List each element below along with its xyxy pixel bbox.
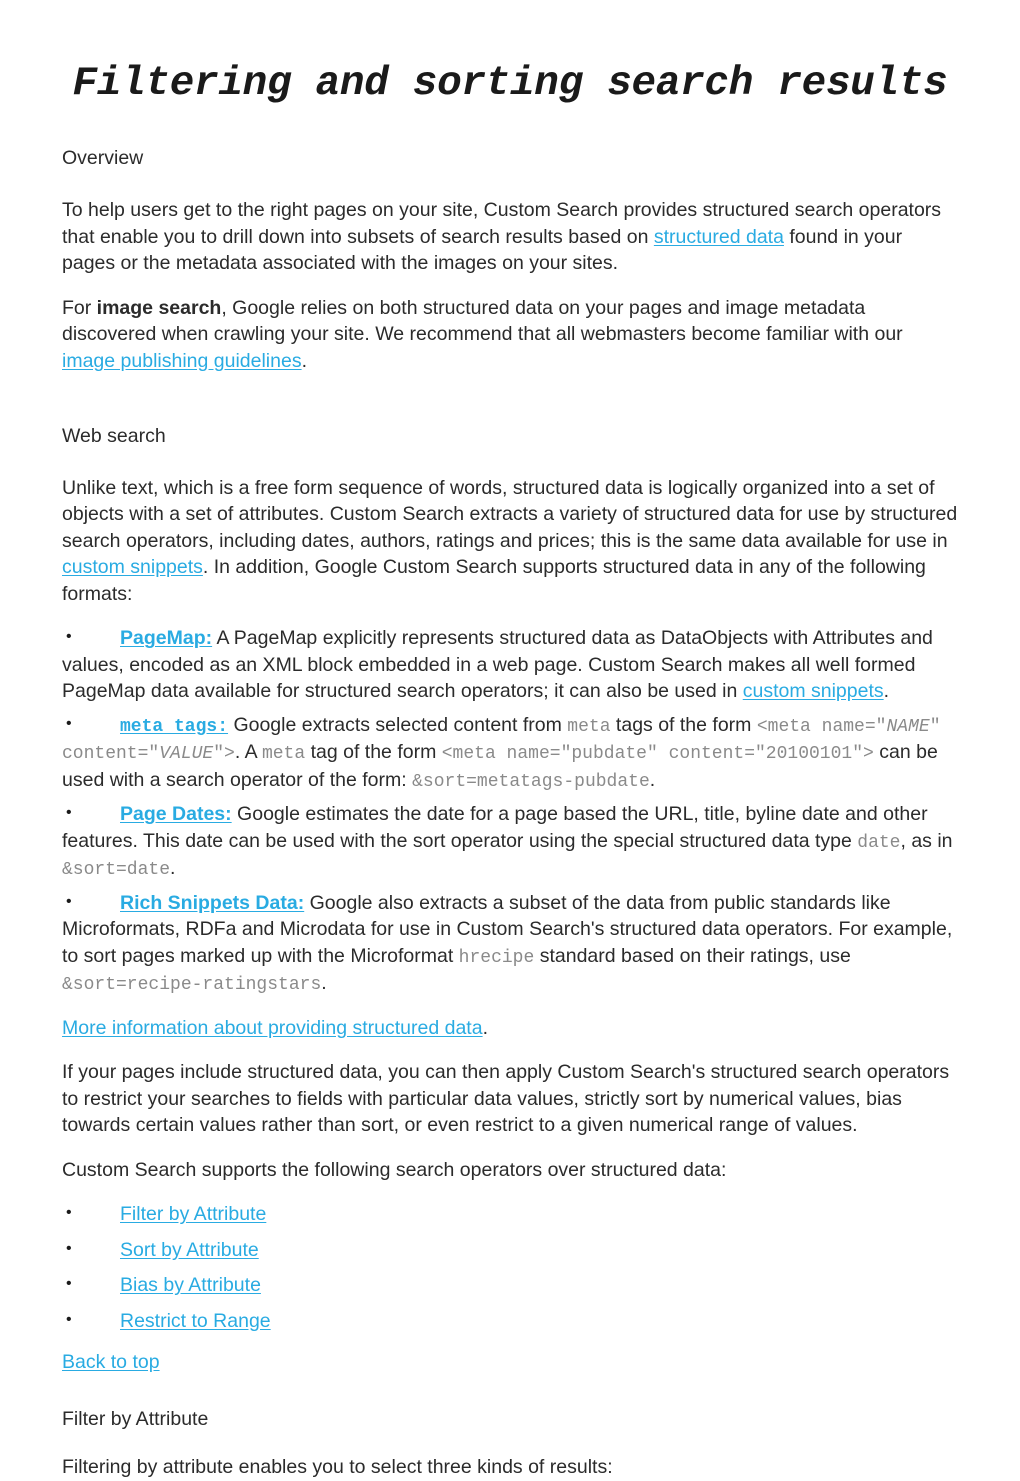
code-placeholder-name: NAME <box>886 716 930 737</box>
list-item: Restrict to Range <box>62 1308 958 1335</box>
code-sort-recipe-ratingstars: &sort=recipe-ratingstars <box>62 975 322 996</box>
text-fragment: . <box>649 768 656 791</box>
list-item: Filter by Attribute <box>62 1201 958 1228</box>
web-search-paragraph-2: If your pages include structured data, y… <box>62 1061 950 1137</box>
code-meta-close: "> <box>213 744 235 765</box>
text-fragment: tag of the form <box>305 741 442 764</box>
text-fragment: , as in <box>900 829 953 852</box>
link-back-to-top[interactable]: Back to top <box>62 1351 160 1373</box>
text-fragment: tags of the form <box>610 713 757 736</box>
text-fragment: For <box>62 296 97 319</box>
list-item-meta-tags: meta tags: Google extracts selected cont… <box>62 712 958 794</box>
code-meta-1: meta <box>567 716 611 737</box>
overview-paragraph-2: For image search, Google relies on both … <box>62 295 958 375</box>
section-heading-filter-by-attribute: Filter by Attribute <box>62 1407 209 1430</box>
filter-by-attribute-paragraph-1: Filtering by attribute enables you to se… <box>62 1456 613 1479</box>
link-more-information-structured-data[interactable]: More information about providing structu… <box>62 1017 483 1039</box>
link-filter-by-attribute[interactable]: Filter by Attribute <box>120 1203 266 1225</box>
text-fragment: standard based on their ratings, use <box>534 944 851 967</box>
link-page-dates[interactable]: Page Dates: <box>120 803 232 825</box>
code-hrecipe: hrecipe <box>458 947 535 968</box>
code-placeholder-value: VALUE <box>159 744 214 765</box>
code-sort-metatags-pubdate: &sort=metatags-pubdate <box>412 771 650 792</box>
code-sort-date: &sort=date <box>62 860 171 881</box>
link-rich-snippets-data[interactable]: Rich Snippets Data: <box>120 892 304 914</box>
emphasis-image-search: image search <box>96 296 222 319</box>
code-meta-2: meta <box>261 744 306 765</box>
code-date-type: date <box>857 832 901 853</box>
code-meta-open: <meta name=" <box>756 716 887 737</box>
page-title: Filtering and sorting search results <box>72 61 948 107</box>
operator-link-list: Filter by Attribute Sort by Attribute Bi… <box>62 1201 958 1334</box>
section-heading-web-search: Web search <box>62 424 166 447</box>
list-item-page-dates: Page Dates: Google estimates the date fo… <box>62 801 958 882</box>
list-item: Bias by Attribute <box>62 1272 958 1299</box>
document-page: Filtering and sorting search results Ove… <box>0 0 1020 1478</box>
text-fragment: . <box>301 349 308 372</box>
link-pagemap[interactable]: PageMap: <box>120 627 212 649</box>
link-image-publishing-guidelines[interactable]: image publishing guidelines <box>62 350 302 372</box>
text-fragment: . <box>482 1016 488 1039</box>
back-to-top-paragraph: Back to top <box>62 1349 958 1376</box>
text-fragment: Google extracts selected content from <box>228 713 568 736</box>
overview-paragraph-1: To help users get to the right pages on … <box>62 197 958 277</box>
text-fragment: . A <box>234 741 262 764</box>
web-search-paragraph-3: Custom Search supports the following sea… <box>62 1158 727 1181</box>
section-heading-overview: Overview <box>62 147 144 170</box>
text-fragment: . <box>883 680 890 703</box>
link-sort-by-attribute[interactable]: Sort by Attribute <box>120 1239 259 1261</box>
list-item-pagemap: PageMap: A PageMap explicitly represents… <box>62 625 958 705</box>
format-bullet-list: PageMap: A PageMap explicitly represents… <box>62 625 958 997</box>
link-structured-data[interactable]: structured data <box>654 226 784 248</box>
text-fragment: . <box>170 857 176 880</box>
link-custom-snippets-2[interactable]: custom snippets <box>743 680 884 702</box>
list-item: Sort by Attribute <box>62 1237 958 1264</box>
more-information-paragraph: More information about providing structu… <box>62 1015 958 1042</box>
list-item-rich-snippets: Rich Snippets Data: Google also extracts… <box>62 890 958 998</box>
web-search-paragraph-1: Unlike text, which is a free form sequen… <box>62 475 958 608</box>
link-restrict-to-range[interactable]: Restrict to Range <box>120 1310 271 1332</box>
text-fragment: . <box>321 972 327 995</box>
link-custom-snippets[interactable]: custom snippets <box>62 556 203 578</box>
text-fragment: Unlike text, which is a free form sequen… <box>62 476 958 552</box>
code-meta-pubdate: <meta name="pubdate" content="20100101"> <box>441 744 874 765</box>
link-meta-tags[interactable]: meta tags: <box>120 717 228 737</box>
link-bias-by-attribute[interactable]: Bias by Attribute <box>120 1274 261 1296</box>
